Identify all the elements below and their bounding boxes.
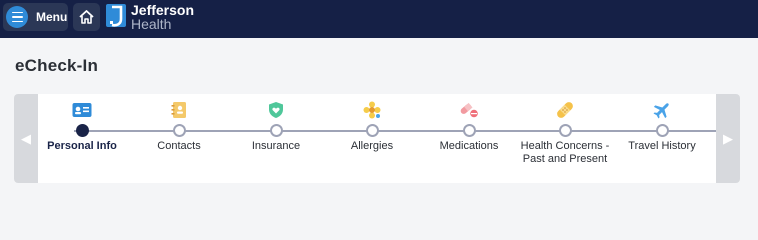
main-content: eCheck-In ◀ Personal Info Contacts Insur… [0, 38, 758, 207]
step-allergies[interactable]: Allergies [324, 94, 420, 183]
jefferson-health-logo[interactable]: Jefferson Health [106, 3, 194, 31]
step-node [270, 124, 283, 137]
step-label: Insurance [251, 140, 301, 152]
step-node [366, 124, 379, 137]
step-label: Contacts [157, 140, 201, 152]
scroll-right-button[interactable]: ▶ [716, 94, 740, 183]
step-node [656, 124, 669, 137]
shield-heart-icon [266, 100, 286, 120]
address-book-icon [169, 100, 189, 120]
step-medications[interactable]: Medications [421, 94, 517, 183]
home-icon [79, 10, 94, 24]
top-navigation-bar: Menu Jefferson Health [0, 0, 758, 38]
step-contacts[interactable]: Contacts [131, 94, 227, 183]
logo-wordmark-line2: Health [131, 16, 172, 32]
step-node [559, 124, 572, 137]
step-label: Personal Info [47, 140, 117, 152]
step-health-concerns[interactable]: Health Concerns - Past and Present [517, 94, 613, 183]
step-node [173, 124, 186, 137]
chevron-right-icon: ▶ [723, 130, 733, 146]
logo-wordmark-line1: Jefferson [131, 2, 195, 18]
home-button[interactable] [73, 3, 100, 31]
step-node [463, 124, 476, 137]
chevron-left-icon: ◀ [21, 130, 31, 146]
step-insurance[interactable]: Insurance [228, 94, 324, 183]
step-label: Health Concerns - Past and Present [520, 140, 610, 165]
step-travel-history[interactable]: Travel History [614, 94, 710, 183]
menu-button[interactable]: Menu [3, 3, 68, 31]
step-label: Travel History [628, 140, 696, 152]
pills-icon [459, 100, 479, 120]
step-label: Allergies [350, 140, 394, 152]
menu-label: Menu [36, 10, 68, 24]
step-node [76, 124, 89, 137]
step-label: Medications [439, 140, 499, 152]
jefferson-j-icon [106, 4, 126, 27]
airplane-icon [652, 100, 672, 120]
id-card-icon [72, 100, 92, 120]
page-title: eCheck-In [15, 56, 99, 75]
hamburger-icon [6, 6, 28, 28]
bandage-icon [555, 100, 575, 120]
pollen-flower-icon [362, 100, 382, 120]
step-personal-info[interactable]: Personal Info [34, 94, 130, 183]
checkin-stepper: ◀ Personal Info Contacts Insurance Aller… [14, 94, 740, 183]
